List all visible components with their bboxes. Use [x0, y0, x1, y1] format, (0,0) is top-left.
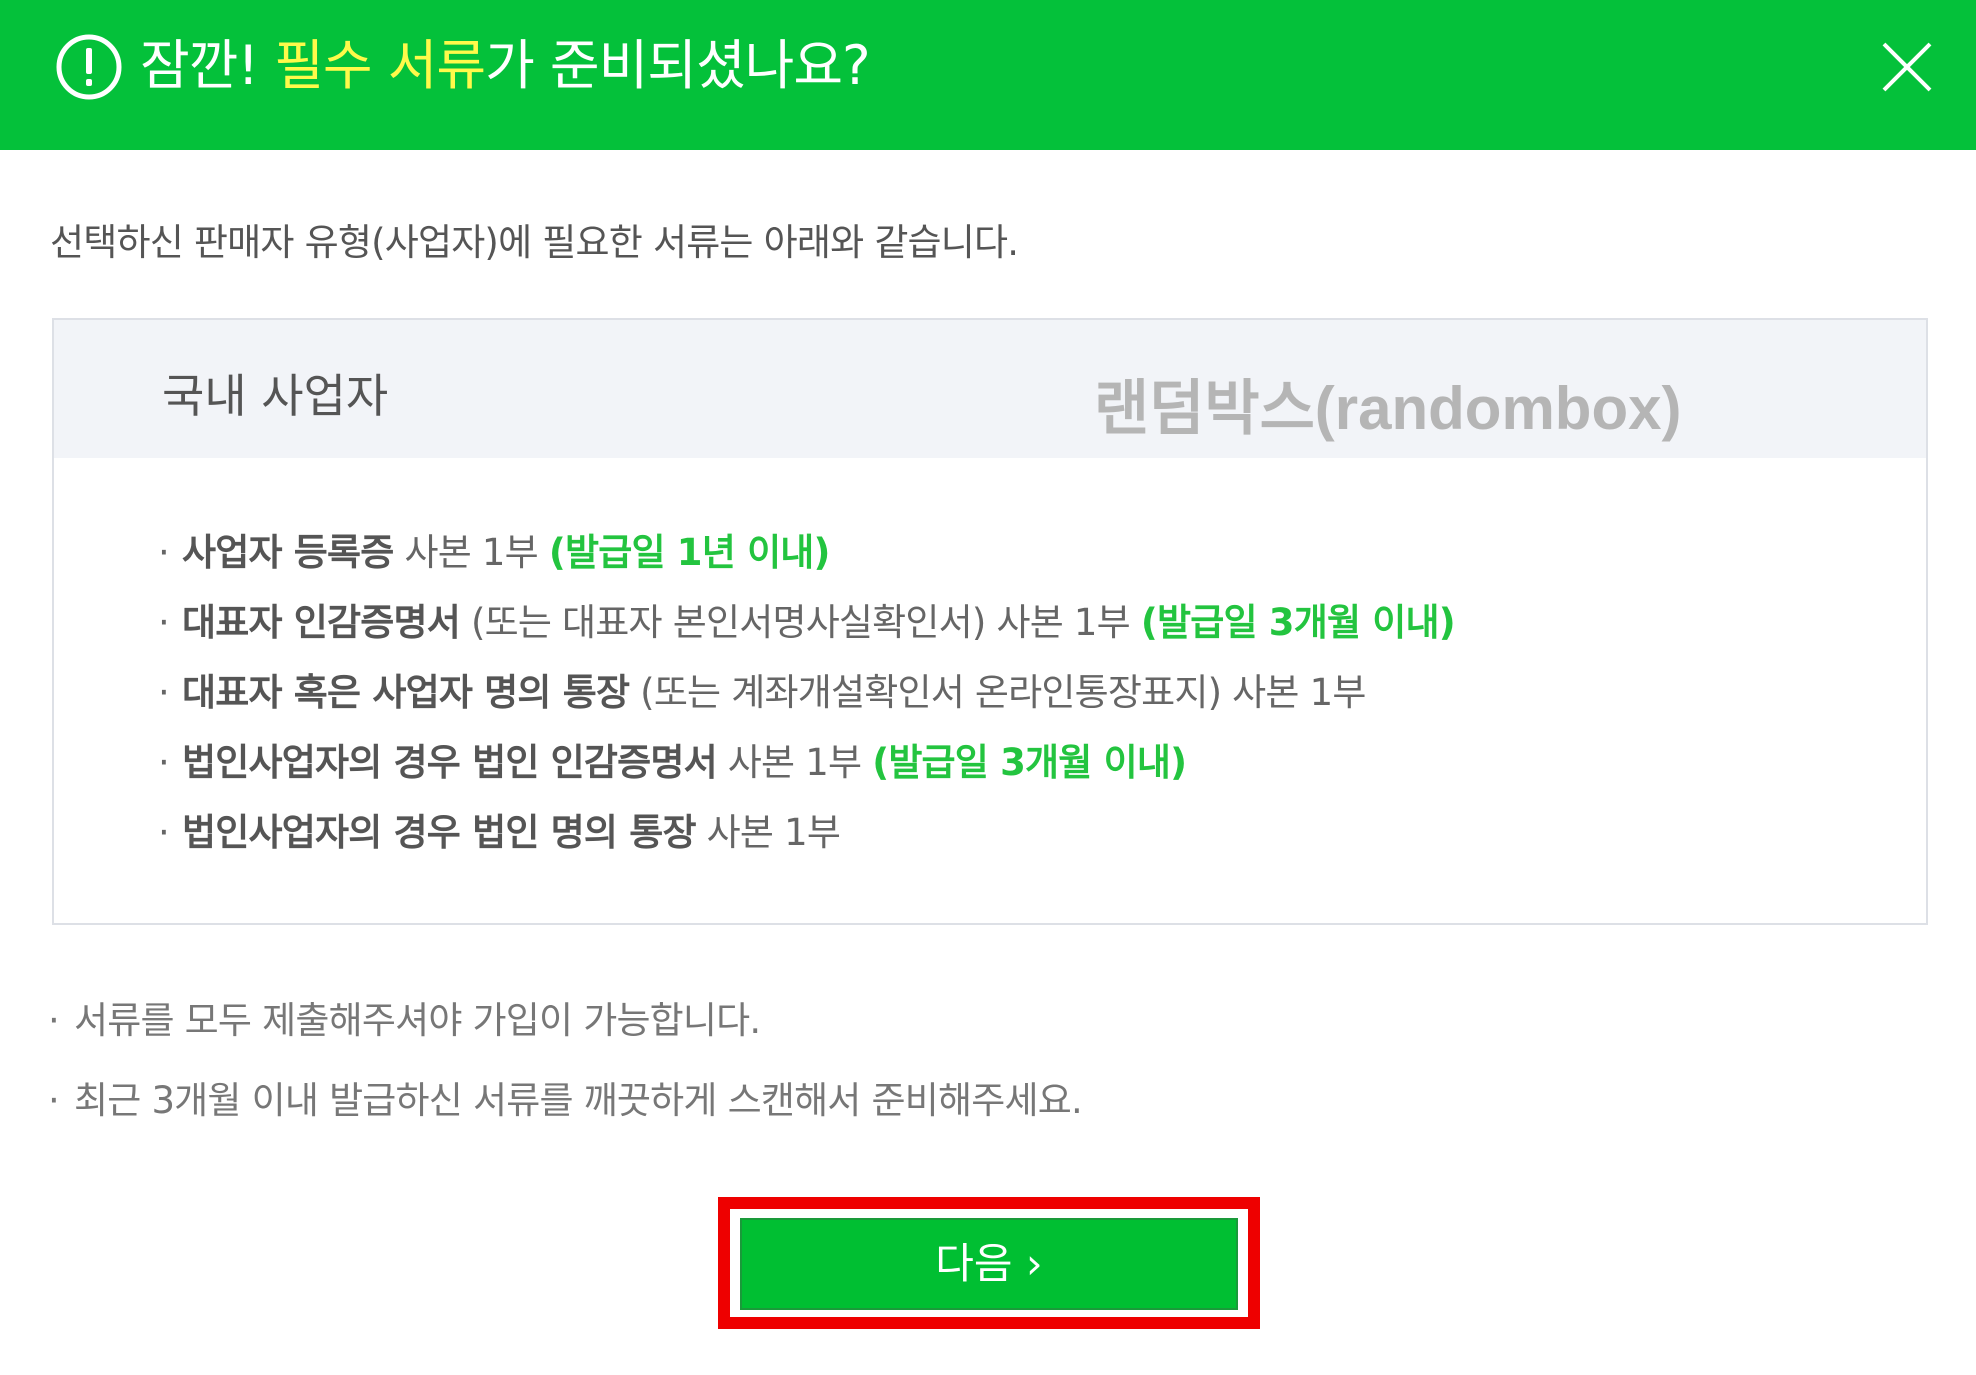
- list-item: · 대표자 혹은 사업자 명의 통장 (또는 계좌개설확인서 온라인통장표지) 사…: [158, 658, 1455, 728]
- exclamation-circle-icon: [56, 34, 122, 100]
- bullet: ·: [48, 1079, 60, 1122]
- document-detail: 사본 1부: [716, 741, 873, 784]
- document-name: 사업자 등록증: [182, 531, 394, 574]
- list-item: · 법인사업자의 경우 법인 명의 통장 사본 1부: [158, 798, 1455, 868]
- document-name: 법인사업자의 경우 법인 명의 통장: [182, 811, 696, 854]
- document-name: 대표자 혹은 사업자 명의 통장: [182, 671, 630, 714]
- document-detail: 사본 1부: [393, 531, 549, 574]
- title-post: 가 준비되셨나요?: [485, 34, 871, 97]
- modal-title: 잠깐! 필수 서류가 준비되셨나요?: [140, 30, 871, 102]
- document-detail: (또는 계좌개설확인서 온라인통장표지) 사본 1부: [629, 671, 1366, 714]
- bullet: ·: [158, 601, 170, 644]
- bullet: ·: [158, 811, 170, 854]
- document-note: (발급일 3개월 이내): [872, 741, 1187, 784]
- title-highlight: 필수 서류: [274, 34, 486, 97]
- required-document-list: · 사업자 등록증 사본 1부 (발급일 1년 이내) · 대표자 인감증명서 (또…: [158, 518, 1456, 868]
- document-detail: (또는 대표자 본인서명사실확인서) 사본 1부: [460, 601, 1141, 644]
- list-item: · 사업자 등록증 사본 1부 (발급일 1년 이내): [158, 518, 1455, 588]
- close-icon[interactable]: [1880, 40, 1934, 94]
- next-button[interactable]: 다음 ›: [740, 1218, 1238, 1310]
- document-name: 대표자 인감증명서: [182, 601, 461, 644]
- document-note: (발급일 1년 이내): [548, 531, 831, 574]
- bullet: ·: [158, 741, 170, 784]
- document-box-header: 국내 사업자 랜덤박스(randombox): [54, 320, 1926, 458]
- intro-text: 선택하신 판매자 유형(사업자)에 필요한 서류는 아래와 같습니다.: [50, 221, 1019, 264]
- required-documents-modal: 잠깐! 필수 서류가 준비되셨나요? 선택하신 판매자 유형(사업자)에 필요한…: [0, 0, 1976, 1375]
- title-pre: 잠깐!: [140, 34, 275, 97]
- document-name: 법인사업자의 경우 법인 인감증명서: [182, 741, 718, 784]
- document-list-box: 국내 사업자 랜덤박스(randombox) · 사업자 등록증 사본 1부 (발…: [52, 318, 1928, 925]
- bullet: ·: [158, 531, 170, 574]
- bullet: ·: [158, 671, 170, 714]
- document-note: (발급일 3개월 이내): [1140, 601, 1456, 644]
- note-text: 최근 3개월 이내 발급하신 서류를 깨끗하게 스캔해서 준비해주세요.: [74, 1079, 1083, 1122]
- modal-header: 잠깐! 필수 서류가 준비되셨나요?: [0, 0, 1976, 150]
- note-item: · 서류를 모두 제출해주셔야 가입이 가능합니다.: [48, 990, 1082, 1070]
- note-item: · 최근 3개월 이내 발급하신 서류를 깨끗하게 스캔해서 준비해주세요.: [48, 1070, 1083, 1150]
- seller-type-title: 국내 사업자: [162, 369, 389, 423]
- document-detail: 사본 1부: [695, 811, 841, 854]
- list-item: · 법인사업자의 경우 법인 인감증명서 사본 1부 (발급일 3개월 이내): [158, 728, 1455, 798]
- bullet: ·: [48, 999, 60, 1042]
- notes-list: · 서류를 모두 제출해주셔야 가입이 가능합니다. · 최근 3개월 이내 발급하…: [48, 990, 1083, 1150]
- watermark-text: 랜덤박스(randombox): [1094, 375, 1682, 442]
- note-text: 서류를 모두 제출해주셔야 가입이 가능합니다.: [74, 999, 761, 1042]
- list-item: · 대표자 인감증명서 (또는 대표자 본인서명사실확인서) 사본 1부 (발급일…: [158, 588, 1456, 658]
